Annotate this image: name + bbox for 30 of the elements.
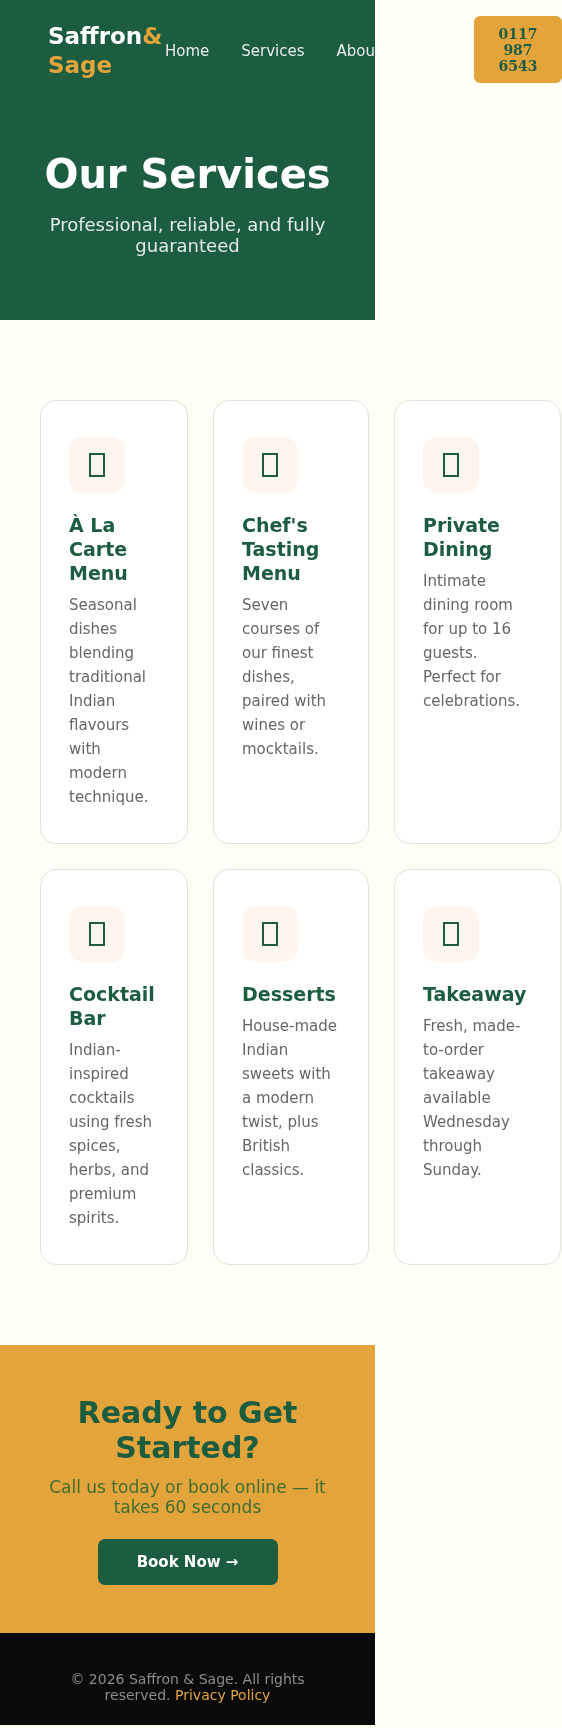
- copyright-text: © 2026 Saffron & Sage. All rights reserved. Privacy Policy: [69, 1671, 306, 1703]
- privacy-link[interactable]: Privacy Policy: [175, 1687, 271, 1703]
- service-description: Intimate dining room for up to 16 guests. Perfect for celebrations.: [423, 571, 522, 712]
- service-title: Private Dining: [423, 513, 501, 561]
- nav-link[interactable]: Home: [164, 42, 210, 60]
- glyph-box-icon: [443, 922, 459, 946]
- phone-button[interactable]: 0117 987 6543: [474, 16, 562, 83]
- page-title: Our Services: [43, 150, 332, 198]
- cta-title: Ready to Get Started?: [76, 1395, 299, 1465]
- service-title: Chef's Tasting Menu: [242, 513, 321, 585]
- service-description: House-made Indian sweets with a modern twist, plus British classics.: [242, 1016, 338, 1181]
- service-description: Seven courses of our finest dishes, paired with wines or mocktails.: [242, 595, 328, 760]
- logo[interactable]: Saffron& Sage: [48, 22, 165, 80]
- glyph-box-icon: [262, 922, 278, 946]
- service-description: Fresh, made-to-order takeaway available Wednesday through Sunday.: [423, 1016, 522, 1181]
- service-title: À La Carte Menu: [69, 513, 129, 585]
- nav-link[interactable]: Abou: [336, 42, 375, 60]
- service-title: Takeaway: [423, 982, 528, 1006]
- book-button[interactable]: Book Now →: [97, 1539, 278, 1585]
- glyph-box-icon: [89, 453, 105, 477]
- service-title: Desserts: [242, 982, 337, 1006]
- cta-subtitle: Call us today or book online — it takes 60 seconds: [48, 1477, 327, 1517]
- service-description: Indian-inspired cocktails using fresh spices, herbs, and premium spirits.: [69, 1040, 153, 1229]
- service-description: Seasonal dishes blending traditional Indian flavours with modern technique.: [69, 595, 150, 808]
- glyph-box-icon: [443, 453, 459, 477]
- nav-link[interactable]: Services: [241, 42, 305, 60]
- page-subtitle: Professional, reliable, and fully guaranteed: [48, 214, 327, 256]
- service-title: Cocktail Bar: [69, 982, 156, 1030]
- glyph-box-icon: [262, 453, 278, 477]
- glyph-box-icon: [89, 922, 105, 946]
